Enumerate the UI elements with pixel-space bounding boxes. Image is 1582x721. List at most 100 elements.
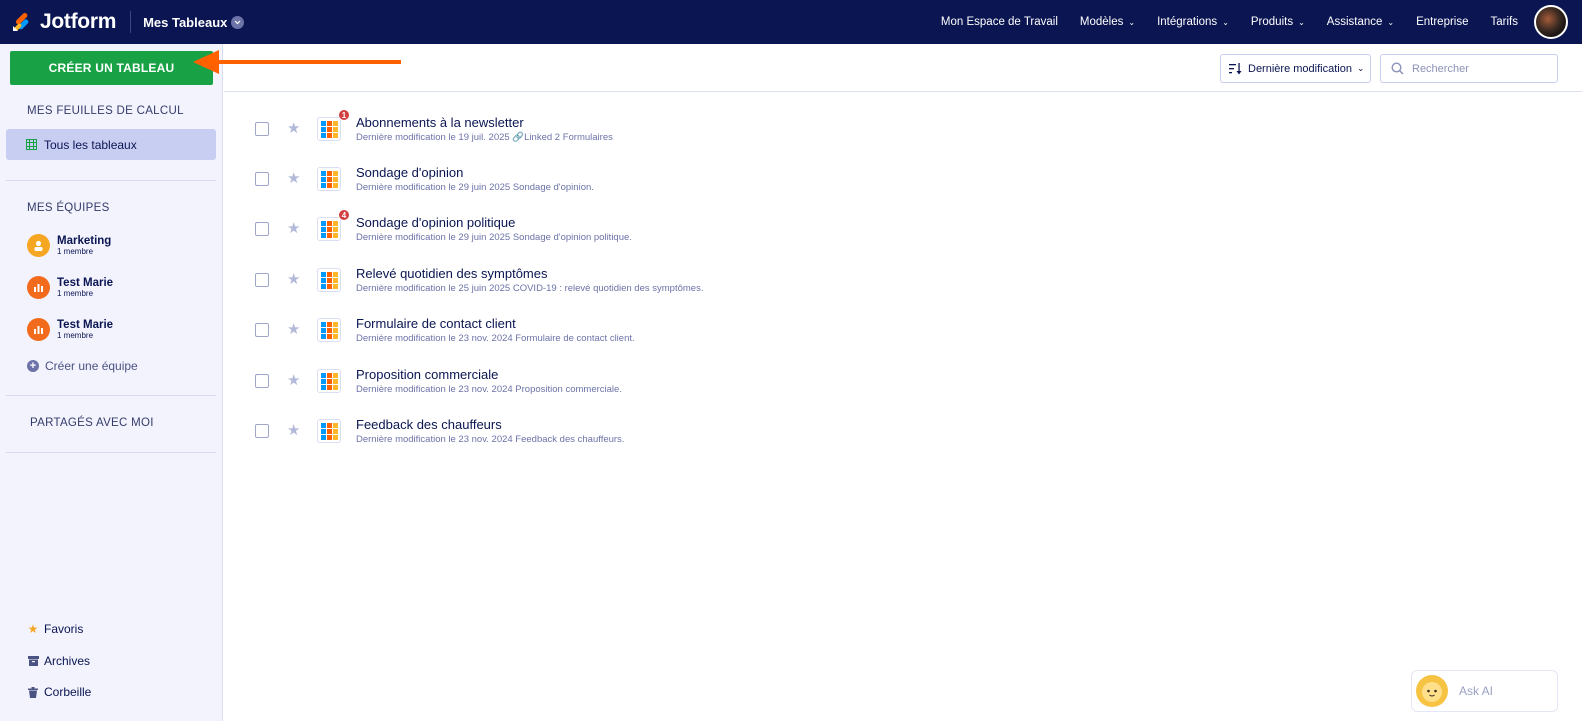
table-row[interactable]: ★ Proposition commerciale Dernière modif… [224,357,1582,405]
table-title[interactable]: Relevé quotidien des symptômes [356,266,548,281]
search-box [1380,54,1558,83]
row-checkbox[interactable] [255,222,269,236]
row-checkbox[interactable] [255,172,269,186]
sidebar-item-favorites[interactable]: ★ Favoris [27,622,84,636]
nav-label: Modèles [1079,16,1124,28]
search-input[interactable] [1412,62,1552,75]
table-meta: Dernière modification le 19 juil. 2025 🔗… [356,132,613,143]
annotation-arrow [193,50,401,74]
star-icon[interactable]: ★ [287,121,300,136]
table-title[interactable]: Proposition commerciale [356,367,498,382]
create-team-label: Créer une équipe [45,359,138,373]
star-icon[interactable]: ★ [287,322,300,337]
row-checkbox[interactable] [255,122,269,136]
notification-badge: 1 [338,109,350,121]
linked-forms[interactable]: Linked 2 Formulaires [524,132,613,143]
workspace-title: Mes Tableaux [143,14,228,30]
ask-ai-label: Ask AI [1459,684,1494,698]
table-meta: Dernière modification le 25 juin 2025 CO… [356,283,704,294]
sort-icon [1229,62,1242,75]
table-row[interactable]: ★ Relevé quotidien des symptômes Dernièr… [224,256,1582,304]
team-members-count: 1 membre [57,330,94,340]
team-name: Marketing [57,234,112,247]
row-checkbox[interactable] [255,273,269,287]
team-item-test-marie-2[interactable]: Test Marie 1 membre [27,318,113,341]
sidebar-item-archives[interactable]: Archives [27,654,90,668]
table-meta: Dernière modification le 29 juin 2025 So… [356,232,632,243]
table-title[interactable]: Feedback des chauffeurs [356,417,502,432]
star-icon[interactable]: ★ [287,171,300,186]
sort-dropdown[interactable]: Dernière modification ⌄ [1220,54,1371,83]
spreadsheet-icon [317,268,341,292]
table-meta: Dernière modification le 29 juin 2025 So… [356,182,594,193]
star-icon: ★ [27,622,39,636]
sidebar-item-label: Corbeille [44,685,92,699]
nav-pricing[interactable]: Tarifs [1491,16,1518,28]
nav-integrations[interactable]: Intégrations ⌄ [1157,16,1229,28]
table-row[interactable]: ★ Sondage d'opinion Dernière modificatio… [224,155,1582,203]
ai-assistant-avatar-icon [1416,675,1448,707]
team-name: Test Marie [57,276,114,289]
table-meta: Dernière modification le 23 nov. 2024 Pr… [356,384,622,395]
row-checkbox[interactable] [255,424,269,438]
team-name: Test Marie [57,318,114,331]
team-item-marketing[interactable]: Marketing 1 membre [27,234,111,257]
table-row[interactable]: ★ Formulaire de contact client Dernière … [224,306,1582,354]
spreadsheet-icon [317,318,341,342]
nav-label: Tarifs [1490,16,1518,28]
nav-support[interactable]: Assistance ⌄ [1327,16,1394,28]
sidebar-item-label: Tous les tableaux [44,137,137,152]
star-icon[interactable]: ★ [287,423,300,438]
section-shared-with-me[interactable]: PARTAGÉS AVEC MOI [30,417,154,429]
brand-name: Jotform [40,10,117,33]
table-row[interactable]: ★ 1 Abonnements à la newsletter Dernière… [224,105,1582,153]
create-team-link[interactable]: + Créer une équipe [27,359,138,373]
search-icon [1391,62,1404,75]
nav-my-workspace[interactable]: Mon Espace de Travail [941,16,1058,28]
team-item-test-marie[interactable]: Test Marie 1 membre [27,276,113,299]
chevron-down-icon: ⌄ [1222,17,1229,27]
user-avatar[interactable] [1534,5,1568,39]
table-row[interactable]: ★ Feedback des chauffeurs Dernière modif… [224,407,1582,455]
table-title[interactable]: Formulaire de contact client [356,316,516,331]
table-meta: Dernière modification le 23 nov. 2024 Fe… [356,434,625,445]
star-icon[interactable]: ★ [287,272,300,287]
team-avatar-icon [27,276,50,299]
table-title[interactable]: Sondage d'opinion politique [356,215,515,230]
ask-ai-button[interactable]: Ask AI [1411,670,1558,712]
section-title-my-teams: MES ÉQUIPES [27,202,110,214]
sort-label: Dernière modification [1248,62,1352,75]
row-checkbox[interactable] [255,374,269,388]
star-icon[interactable]: ★ [287,373,300,388]
table-row[interactable]: ★ 4 Sondage d'opinion politique Dernière… [224,205,1582,253]
jotform-logo[interactable]: Jotform [12,0,116,44]
nav-templates[interactable]: Modèles ⌄ [1080,16,1135,28]
sidebar-item-all-tables[interactable]: Tous les tableaux [6,129,216,160]
nav-enterprise[interactable]: Entreprise [1416,16,1468,28]
divider [6,180,216,181]
spreadsheet-icon [317,217,341,241]
section-title-my-sheets: MES FEUILLES DE CALCUL [27,105,184,117]
table-title[interactable]: Abonnements à la newsletter [356,115,524,130]
nav-products[interactable]: Produits ⌄ [1251,16,1305,28]
team-members-count: 1 membre [57,288,94,298]
last-modified: Dernière modification le 19 juil. 2025 [356,132,510,143]
spreadsheet-icon [317,419,341,443]
chevron-down-icon [231,15,245,29]
top-navigation-bar: Jotform Mes Tableaux Mon Espace de Trava… [0,0,1582,44]
workspace-title-dropdown[interactable]: Mes Tableaux [143,14,245,30]
row-checkbox[interactable] [255,323,269,337]
divider [6,395,216,396]
nav-label: Entreprise [1416,16,1469,28]
sidebar-item-trash[interactable]: Corbeille [27,685,91,699]
create-table-button[interactable]: CRÉER UN TABLEAU [10,51,213,85]
table-meta: Dernière modification le 23 nov. 2024 Fo… [356,333,635,344]
table-grid-icon [26,139,37,150]
nav-label: Intégrations [1157,16,1218,28]
table-title[interactable]: Sondage d'opinion [356,165,463,180]
trash-icon [27,686,39,698]
star-icon[interactable]: ★ [287,221,300,236]
spreadsheet-icon [317,117,341,141]
nav-label: Produits [1250,16,1294,28]
jotform-logo-icon [12,12,32,32]
